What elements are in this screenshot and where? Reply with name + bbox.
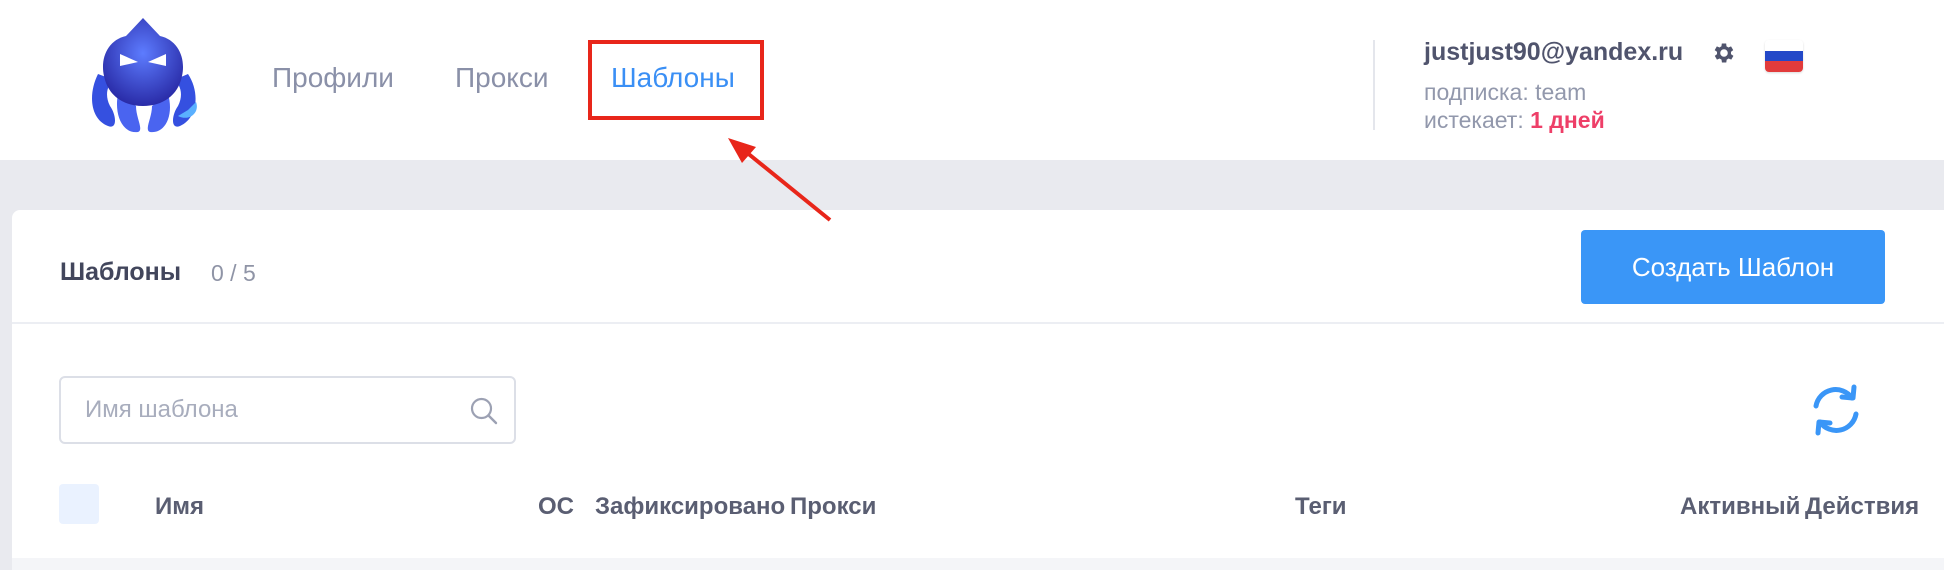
russia-flag[interactable]	[1765, 40, 1803, 72]
column-header-os[interactable]: ОС	[538, 493, 574, 521]
nav-proxy[interactable]: Прокси	[455, 62, 548, 94]
card-header: Шаблоны 0 / 5 Создать Шаблон	[12, 210, 1944, 324]
column-header-proxy[interactable]: Прокси	[790, 493, 876, 521]
column-header-fixed[interactable]: Зафиксировано	[595, 493, 785, 521]
search-icon[interactable]	[469, 396, 499, 426]
column-header-name[interactable]: Имя	[155, 493, 204, 521]
expires-info: истекает: 1 дней	[1424, 107, 1605, 134]
table-body-edge	[12, 558, 1944, 570]
app-logo[interactable]	[78, 14, 208, 138]
page-title: Шаблоны	[60, 258, 182, 286]
expires-days: 1 дней	[1530, 107, 1605, 133]
top-header: Профили Прокси Шаблоны justjust90@yandex…	[0, 0, 1944, 160]
column-header-tags[interactable]: Теги	[1295, 493, 1347, 521]
column-header-active[interactable]: Активный	[1680, 493, 1800, 521]
nav-templates[interactable]: Шаблоны	[611, 62, 735, 94]
gear-icon[interactable]	[1711, 40, 1737, 66]
account-email[interactable]: justjust90@yandex.ru	[1424, 38, 1683, 67]
template-count: 0 / 5	[211, 260, 256, 286]
nav-profiles[interactable]: Профили	[272, 62, 394, 94]
search-input[interactable]	[85, 378, 445, 442]
header-divider	[1373, 40, 1375, 130]
refresh-icon[interactable]	[1808, 382, 1864, 438]
expires-label: истекает:	[1424, 107, 1524, 133]
subscription-info: подписка: team	[1424, 79, 1587, 105]
select-all-checkbox[interactable]	[59, 484, 99, 524]
search-box[interactable]	[59, 376, 516, 444]
templates-card: Шаблоны 0 / 5 Создать Шаблон Имя ОС Зафи…	[12, 210, 1944, 570]
column-header-actions[interactable]: Действия	[1805, 493, 1919, 521]
create-template-button[interactable]: Создать Шаблон	[1581, 230, 1885, 304]
